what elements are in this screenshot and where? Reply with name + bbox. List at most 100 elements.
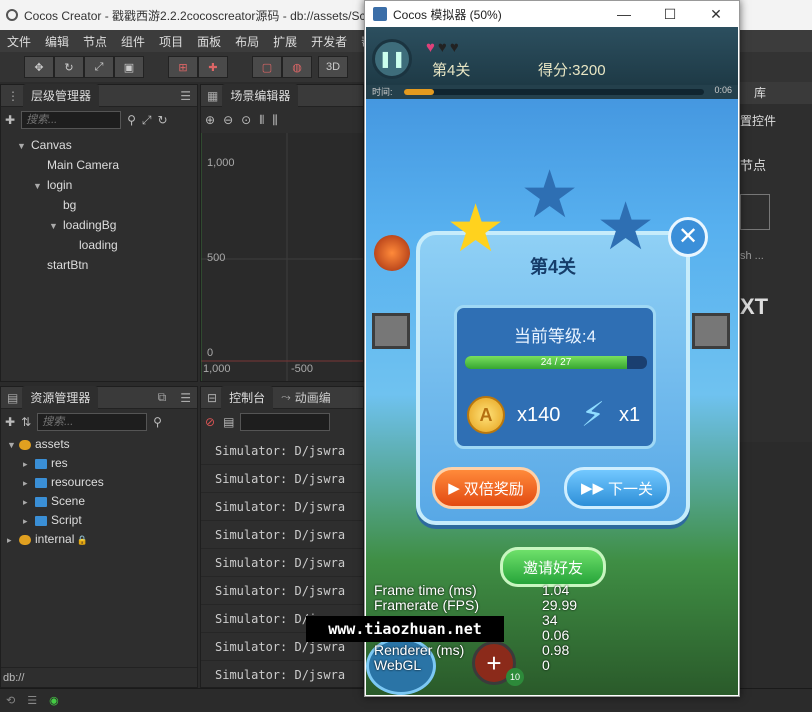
assets-popout-icon[interactable]: ⧉ — [158, 390, 167, 405]
expand-arrow-icon[interactable]: ▼ — [17, 136, 31, 156]
minimize-icon[interactable]: — — [601, 6, 647, 23]
assets-menu-icon[interactable]: ☰ — [180, 391, 191, 405]
hierarchy-search-input[interactable] — [21, 111, 122, 129]
rect-tool-icon[interactable]: ▣ — [114, 56, 144, 78]
preview-eye-icon[interactable]: ◉ — [49, 694, 59, 707]
menu-item[interactable]: 开发者 — [304, 33, 354, 50]
console-tab[interactable]: 控制台 — [221, 386, 274, 409]
hierarchy-node[interactable]: ▼ login — [1, 175, 197, 195]
asset-item[interactable]: ▸ internal 🔒 — [1, 530, 197, 549]
scale-tool-icon[interactable]: ⤢ — [84, 56, 114, 78]
console-line[interactable]: Simulator: D/jswra — [201, 577, 363, 605]
assets-tab-icon: ▤ — [7, 390, 19, 405]
expand-arrow-icon[interactable]: ▸ — [23, 493, 35, 512]
expand-icon[interactable]: ⤢ — [142, 113, 152, 128]
refresh-icon[interactable]: ↻ — [157, 113, 167, 127]
database-icon[interactable]: ☰ — [27, 694, 37, 707]
mode-3d-button[interactable]: 3D — [318, 56, 348, 78]
next-level-button[interactable]: ▶▶ 下一关 — [564, 467, 670, 509]
add-asset-icon[interactable]: ✚ — [5, 415, 15, 429]
global-icon[interactable]: ✚ — [198, 56, 228, 78]
distribute-icon[interactable]: ⫼ — [272, 113, 278, 128]
hierarchy-node[interactable]: loading — [1, 235, 197, 255]
asset-item[interactable]: ▸ resources — [1, 473, 197, 492]
maximize-icon[interactable]: ☐ — [647, 6, 693, 23]
game-canvas[interactable]: ❚❚ ♥ ♥ ♥ 第4关 得分:3200 时间: 0:06 第4关 当前等级:4… — [366, 27, 738, 695]
assets-search-icon[interactable]: ⚲ — [153, 415, 162, 429]
align-icon[interactable]: ⫴ — [259, 113, 264, 128]
transform-tools: ✥ ↻ ⤢ ▣ — [24, 56, 144, 78]
search-icon[interactable]: ⚲ — [127, 113, 136, 127]
stat-row: Frame time (ms) 1.04 — [374, 583, 577, 598]
asset-item[interactable]: ▸ Script — [1, 511, 197, 530]
expand-arrow-icon[interactable]: ▼ — [33, 176, 47, 196]
menu-item[interactable]: 扩展 — [266, 33, 304, 50]
expand-arrow-icon[interactable]: ▼ — [7, 436, 19, 455]
star-empty-icon: ★ — [596, 189, 656, 263]
menu-item[interactable]: 编辑 — [38, 33, 76, 50]
clear-console-icon[interactable]: ⊘ — [205, 415, 215, 429]
menu-item[interactable]: 组件 — [114, 33, 152, 50]
hierarchy-node[interactable]: ▼ loadingBg — [1, 215, 197, 235]
console-line[interactable]: Simulator: D/jswra — [201, 549, 363, 577]
rotate-tool-icon[interactable]: ↻ — [54, 56, 84, 78]
hierarchy-menu-icon[interactable]: ☰ — [180, 89, 191, 103]
sort-icon[interactable]: ⇅ — [21, 415, 31, 429]
menu-item[interactable]: 项目 — [152, 33, 190, 50]
close-dialog-button[interactable]: ✕ — [668, 217, 708, 257]
asset-item[interactable]: ▸ Scene — [1, 492, 197, 511]
zoom-reset-icon[interactable]: ⊙ — [241, 113, 251, 127]
menu-item[interactable]: 节点 — [76, 33, 114, 50]
node-label: 节点 — [740, 158, 767, 173]
expand-arrow-icon[interactable]: ▼ — [49, 216, 63, 236]
log-file-icon[interactable]: ▤ — [223, 415, 234, 429]
sprite-preview-icon[interactable] — [740, 194, 770, 230]
asset-item[interactable]: ▸ res — [1, 454, 197, 473]
firework-icon — [374, 235, 410, 271]
console-line[interactable]: Simulator: D/jswra — [201, 465, 363, 493]
console-line[interactable]: Simulator: D/jswra — [201, 493, 363, 521]
pivot-icon[interactable]: ⊞ — [168, 56, 198, 78]
close-window-icon[interactable]: ✕ — [693, 6, 739, 23]
animation-tab[interactable]: 动画编 — [295, 389, 331, 406]
hierarchy-tab[interactable]: 层级管理器 — [23, 84, 100, 107]
add-node-icon[interactable]: ✚ — [5, 113, 15, 127]
library-tab[interactable]: 库 — [740, 82, 812, 104]
snap-icon[interactable]: ▢ — [252, 56, 282, 78]
zoom-in-icon[interactable]: ⊕ — [205, 113, 215, 127]
simulator-window: Cocos 模拟器 (50%) — ☐ ✕ ❚❚ ♥ ♥ ♥ 第4关 得分:32… — [364, 0, 740, 697]
move-tool-icon[interactable]: ✥ — [24, 56, 54, 78]
assets-search-input[interactable] — [37, 413, 148, 431]
console-line[interactable]: Simulator: D/jswra — [201, 521, 363, 549]
x-axis-label-neg500: -500 — [291, 363, 314, 375]
stat-row: WebGL 0 — [374, 658, 577, 673]
hierarchy-node[interactable]: startBtn — [1, 255, 197, 275]
menu-item[interactable]: 布局 — [228, 33, 266, 50]
expand-arrow-icon[interactable]: ▸ — [23, 455, 35, 474]
assets-tab[interactable]: 资源管理器 — [22, 386, 99, 409]
y-axis-label-500: 500 — [207, 252, 226, 264]
menu-item[interactable]: 文件 — [0, 33, 38, 50]
console-line[interactable]: Simulator: D/jswra — [201, 437, 363, 465]
double-reward-button[interactable]: ▶ 双倍奖励 — [432, 467, 540, 509]
expand-arrow-icon[interactable]: ▸ — [23, 512, 35, 531]
invite-friends-button[interactable]: 邀请好友 — [500, 547, 606, 587]
grid-snap-icon[interactable]: ◍ — [282, 56, 312, 78]
hierarchy-node[interactable]: Main Camera — [1, 155, 197, 175]
expand-arrow-icon[interactable]: ▸ — [7, 531, 19, 550]
hierarchy-node[interactable]: bg — [1, 195, 197, 215]
console-filter-input[interactable] — [240, 413, 331, 431]
hierarchy-node[interactable]: ▼ Canvas — [1, 135, 197, 155]
console-line[interactable]: Simulator: D/jswra — [201, 661, 363, 689]
asset-item[interactable]: ▼ assets — [1, 435, 197, 454]
zoom-out-icon[interactable]: ⊖ — [223, 113, 233, 127]
menu-item[interactable]: 面板 — [190, 33, 228, 50]
scene-viewport[interactable]: 1,000 500 0 1,000 -500 — [201, 133, 363, 381]
scene-tab[interactable]: 场景编辑器 — [222, 84, 299, 107]
db-icon — [19, 439, 31, 450]
pause-button[interactable]: ❚❚ — [372, 39, 412, 79]
sync-icon[interactable]: ⟲ — [6, 694, 15, 707]
expand-arrow-icon[interactable]: ▸ — [23, 474, 35, 493]
time-bar: 时间: 0:06 — [366, 85, 738, 99]
hierarchy-node-label: startBtn — [47, 258, 89, 272]
